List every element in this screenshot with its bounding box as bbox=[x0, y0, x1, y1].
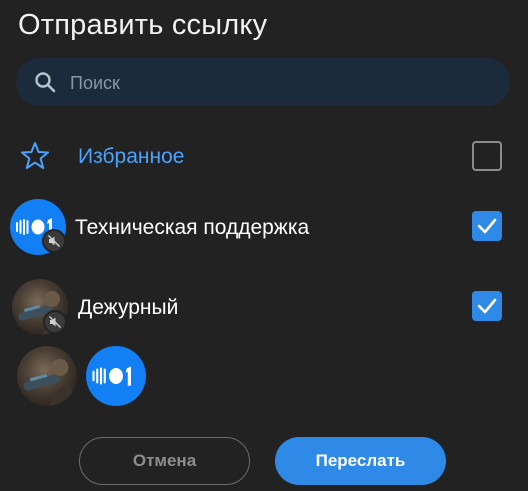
search-bar[interactable] bbox=[16, 58, 510, 108]
brand-logo-icon bbox=[92, 366, 131, 386]
favorites-checkbox[interactable] bbox=[472, 141, 502, 171]
contact-row-duty[interactable]: Дежурный bbox=[0, 279, 528, 339]
search-icon bbox=[35, 72, 56, 93]
checkmark-icon bbox=[477, 218, 497, 234]
favorites-label: Избранное bbox=[78, 145, 185, 168]
send-button[interactable]: Переслать bbox=[275, 437, 446, 485]
selected-avatar[interactable] bbox=[17, 346, 77, 406]
contact-name: Техническая поддержка bbox=[75, 216, 310, 239]
mute-badge bbox=[43, 310, 67, 334]
search-input[interactable] bbox=[68, 58, 492, 108]
mute-badge bbox=[42, 229, 66, 253]
contact-checkbox[interactable] bbox=[472, 211, 502, 241]
contact-checkbox[interactable] bbox=[472, 291, 502, 321]
star-icon bbox=[21, 142, 49, 169]
favorites-row[interactable]: Избранное bbox=[0, 136, 528, 176]
checkmark-icon bbox=[477, 298, 497, 314]
selected-avatar[interactable] bbox=[86, 346, 146, 406]
profile-photo bbox=[23, 358, 77, 406]
dialog-title: Отправить ссылку bbox=[18, 9, 268, 41]
contact-row-support[interactable]: Техническая поддержка bbox=[0, 199, 528, 259]
muted-speaker-icon bbox=[48, 235, 60, 247]
contact-name: Дежурный bbox=[78, 296, 179, 319]
muted-speaker-icon bbox=[49, 316, 61, 328]
cancel-button[interactable]: Отмена bbox=[79, 437, 250, 485]
